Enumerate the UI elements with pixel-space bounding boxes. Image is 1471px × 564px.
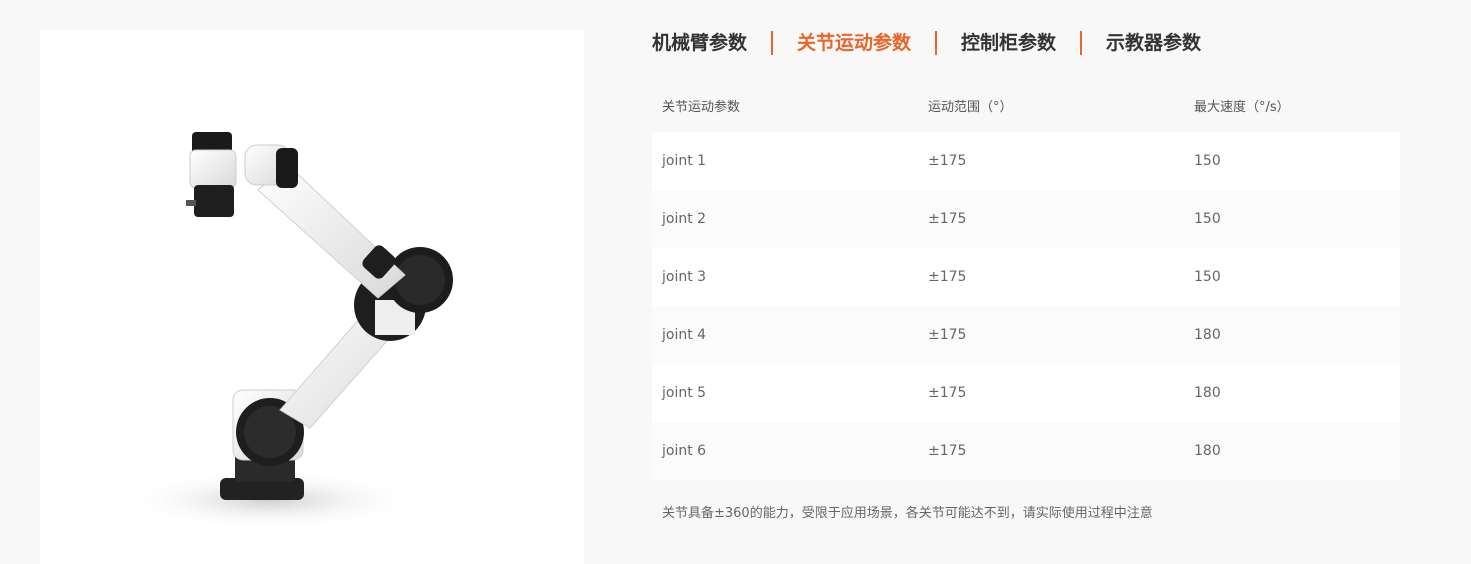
tab-divider xyxy=(771,31,774,55)
header-range: 运动范围（°） xyxy=(928,99,1013,115)
cell-joint: joint 2 xyxy=(662,211,707,227)
cell-joint: joint 3 xyxy=(662,269,707,285)
cell-range: ±175 xyxy=(928,385,967,401)
cell-speed: 180 xyxy=(1194,385,1221,401)
header-max-speed: 最大速度（°/s） xyxy=(1194,99,1290,115)
table-row: joint 6 ±175 180 xyxy=(652,422,1400,480)
tab-divider xyxy=(935,31,938,55)
cell-range: ±175 xyxy=(928,269,967,285)
cell-speed: 150 xyxy=(1194,269,1221,285)
robot-arm-image xyxy=(120,132,453,530)
product-image-panel xyxy=(40,30,584,564)
tab-teach-pendant-params[interactable]: 示教器参数 xyxy=(1106,28,1201,58)
header-joint: 关节运动参数 xyxy=(662,99,741,115)
table-row: joint 5 ±175 180 xyxy=(652,364,1400,422)
joint-params-table: 关节运动参数 运动范围（°） 最大速度（°/s） joint 1 ±175 15… xyxy=(652,78,1400,480)
cell-range: ±175 xyxy=(928,443,967,459)
cell-range: ±175 xyxy=(928,211,967,227)
cell-range: ±175 xyxy=(928,327,967,343)
table-row: joint 2 ±175 150 xyxy=(652,190,1400,248)
parameter-tabs: 机械臂参数 关节运动参数 控制柜参数 示教器参数 xyxy=(652,28,1201,58)
joint-range-note: 关节具备±360的能力，受限于应用场景，各关节可能达不到，请实际使用过程中注意 xyxy=(662,506,1153,521)
table-row: joint 1 ±175 150 xyxy=(652,132,1400,190)
table-row: joint 3 ±175 150 xyxy=(652,248,1400,306)
cell-speed: 150 xyxy=(1194,211,1221,227)
tab-arm-params[interactable]: 机械臂参数 xyxy=(652,28,747,58)
tab-joint-motion-params[interactable]: 关节运动参数 xyxy=(797,28,911,58)
tab-divider xyxy=(1080,31,1083,55)
cell-joint: joint 5 xyxy=(662,385,707,401)
cell-speed: 180 xyxy=(1194,443,1221,459)
table-header-row: 关节运动参数 运动范围（°） 最大速度（°/s） xyxy=(652,78,1400,132)
table-row: joint 4 ±175 180 xyxy=(652,306,1400,364)
cell-speed: 150 xyxy=(1194,153,1221,169)
cell-joint: joint 6 xyxy=(662,443,707,459)
cell-joint: joint 1 xyxy=(662,153,707,169)
cell-speed: 180 xyxy=(1194,327,1221,343)
cell-range: ±175 xyxy=(928,153,967,169)
cell-joint: joint 4 xyxy=(662,327,707,343)
tab-control-cabinet-params[interactable]: 控制柜参数 xyxy=(961,28,1056,58)
